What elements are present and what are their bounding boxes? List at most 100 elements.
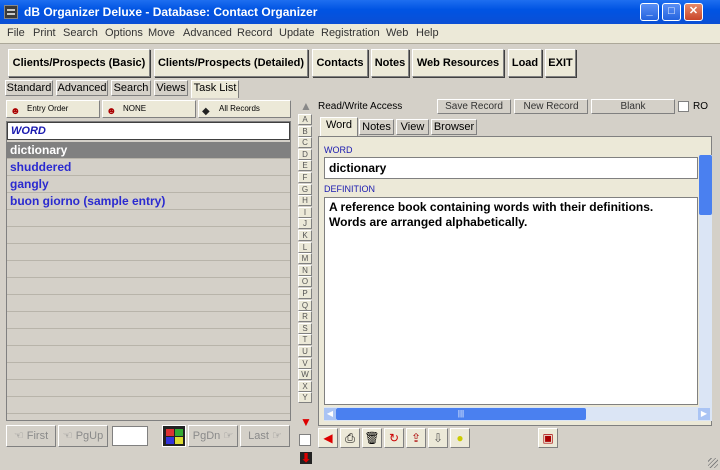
list-item[interactable] <box>7 329 290 346</box>
menu-registration[interactable]: Registration <box>321 27 380 39</box>
list-item[interactable]: shuddered <box>7 159 290 176</box>
menu-update[interactable]: Update <box>279 27 314 39</box>
alpha-letter-c[interactable]: C <box>298 137 312 149</box>
alpha-letter-w[interactable]: W <box>298 369 312 381</box>
ro-checkbox[interactable] <box>678 101 689 112</box>
list-item[interactable] <box>7 346 290 363</box>
page-number-input[interactable] <box>112 426 148 446</box>
horizontal-scrollbar[interactable]: ◀ ||| ▶ <box>324 407 712 421</box>
tab-view[interactable]: View <box>396 119 429 135</box>
alpha-letter-n[interactable]: N <box>298 264 312 276</box>
menu-web[interactable]: Web <box>386 27 408 39</box>
alpha-letter-u[interactable]: U <box>298 346 312 357</box>
list-item[interactable] <box>7 210 290 227</box>
import-icon[interactable]: ⇩ <box>428 428 448 448</box>
list-item[interactable] <box>7 295 290 312</box>
pgdn-button[interactable]: PgDn ☞ <box>188 425 238 447</box>
vertical-scrollbar[interactable] <box>699 155 712 407</box>
alpha-letter-e[interactable]: E <box>298 160 312 172</box>
tab-browser[interactable]: Browser <box>431 119 477 135</box>
contacts-button[interactable]: Contacts <box>312 49 368 77</box>
alpha-letter-h[interactable]: H <box>298 195 312 207</box>
refresh-icon[interactable]: ↻ <box>384 428 404 448</box>
alpha-letter-r[interactable]: R <box>298 311 312 323</box>
list-item[interactable]: dictionary <box>7 142 290 159</box>
menu-help[interactable]: Help <box>416 27 439 39</box>
trash-icon[interactable]: 🗑 <box>362 428 382 448</box>
alpha-letter-m[interactable]: M <box>298 253 312 265</box>
alpha-letter-f[interactable]: F <box>298 172 312 183</box>
clients-detailed-button[interactable]: Clients/Prospects (Detailed) <box>154 49 308 77</box>
tab-notes[interactable]: Notes <box>359 119 394 135</box>
list-item[interactable] <box>7 363 290 380</box>
alpha-letter-b[interactable]: B <box>298 125 312 137</box>
exit-button[interactable]: EXIT <box>545 49 576 77</box>
save-disk-icon[interactable]: ▣ <box>538 428 558 448</box>
alpha-checkbox[interactable] <box>299 434 311 446</box>
filter-button[interactable]: ☻ NONE <box>102 100 196 118</box>
vertical-scroll-thumb[interactable] <box>699 155 712 215</box>
new-record-button[interactable]: New Record <box>514 99 588 114</box>
horizontal-scroll-thumb[interactable]: ||| <box>336 408 586 420</box>
close-button[interactable]: ✕ <box>684 3 703 21</box>
word-field[interactable]: dictionary <box>324 157 698 179</box>
alpha-letter-g[interactable]: G <box>298 183 312 195</box>
back-arrow-icon[interactable]: ◀ <box>318 428 338 448</box>
alpha-letter-p[interactable]: P <box>298 288 312 299</box>
list-item[interactable]: buon giorno (sample entry) <box>7 193 290 210</box>
menu-move[interactable]: Move <box>148 27 175 39</box>
alpha-letter-o[interactable]: O <box>298 276 312 288</box>
web-resources-button[interactable]: Web Resources <box>412 49 504 77</box>
last-button[interactable]: Last ☞ <box>240 425 290 447</box>
alpha-letter-q[interactable]: Q <box>298 299 312 311</box>
blank-button[interactable]: Blank <box>591 99 675 114</box>
clients-basic-button[interactable]: Clients/Prospects (Basic) <box>8 49 150 77</box>
menu-print[interactable]: Print <box>33 27 56 39</box>
alpha-letter-x[interactable]: X <box>298 380 312 392</box>
menu-options[interactable]: Options <box>105 27 143 39</box>
alpha-letter-l[interactable]: L <box>298 241 312 253</box>
list-item[interactable] <box>7 380 290 397</box>
alpha-letter-j[interactable]: J <box>298 218 312 230</box>
list-item[interactable] <box>7 397 290 414</box>
scroll-right-icon[interactable]: ▶ <box>698 408 710 420</box>
alpha-letter-s[interactable]: S <box>298 322 312 334</box>
print-icon[interactable]: ⎙ <box>340 428 360 448</box>
lightbulb-icon[interactable]: ● <box>450 428 470 448</box>
menu-record[interactable]: Record <box>237 27 272 39</box>
tab-word[interactable]: Word <box>320 117 358 136</box>
list-item[interactable]: gangly <box>7 176 290 193</box>
tab-search[interactable]: Search <box>111 80 151 96</box>
alpha-letter-t[interactable]: T <box>298 334 312 346</box>
tab-standard[interactable]: Standard <box>5 80 53 96</box>
list-item[interactable] <box>7 244 290 261</box>
sort-order-button[interactable]: ☻ Entry Order <box>6 100 100 118</box>
list-item[interactable] <box>7 227 290 244</box>
first-button[interactable]: ☜ First <box>6 425 56 447</box>
export-icon[interactable]: ⇪ <box>406 428 426 448</box>
load-button[interactable]: Load <box>508 49 542 77</box>
arrow-down-icon[interactable]: ▼ <box>300 416 312 428</box>
list-item[interactable] <box>7 261 290 278</box>
alpha-letter-d[interactable]: D <box>298 148 312 160</box>
list-item[interactable] <box>7 312 290 329</box>
alpha-letter-k[interactable]: K <box>298 230 312 241</box>
grid-icon[interactable] <box>162 425 186 447</box>
alpha-letter-y[interactable]: Y <box>298 392 312 404</box>
alpha-letter-a[interactable]: A <box>298 114 312 125</box>
records-button[interactable]: ◆ All Records <box>198 100 291 118</box>
pgup-button[interactable]: ☜ PgUp <box>58 425 108 447</box>
maximize-button[interactable]: □ <box>662 3 681 21</box>
definition-field[interactable]: A reference book containing words with t… <box>324 197 698 405</box>
menu-search[interactable]: Search <box>63 27 98 39</box>
alpha-letter-i[interactable]: I <box>298 206 312 218</box>
tab-task-list[interactable]: Task List <box>191 80 239 98</box>
save-record-button[interactable]: Save Record <box>437 99 511 114</box>
list-item[interactable] <box>7 278 290 295</box>
scroll-left-icon[interactable]: ◀ <box>324 408 336 420</box>
resize-grip[interactable] <box>708 458 718 468</box>
notes-button[interactable]: Notes <box>371 49 409 77</box>
minimize-button[interactable]: _ <box>640 3 659 21</box>
menu-file[interactable]: File <box>7 27 25 39</box>
tab-advanced[interactable]: Advanced <box>56 80 108 96</box>
